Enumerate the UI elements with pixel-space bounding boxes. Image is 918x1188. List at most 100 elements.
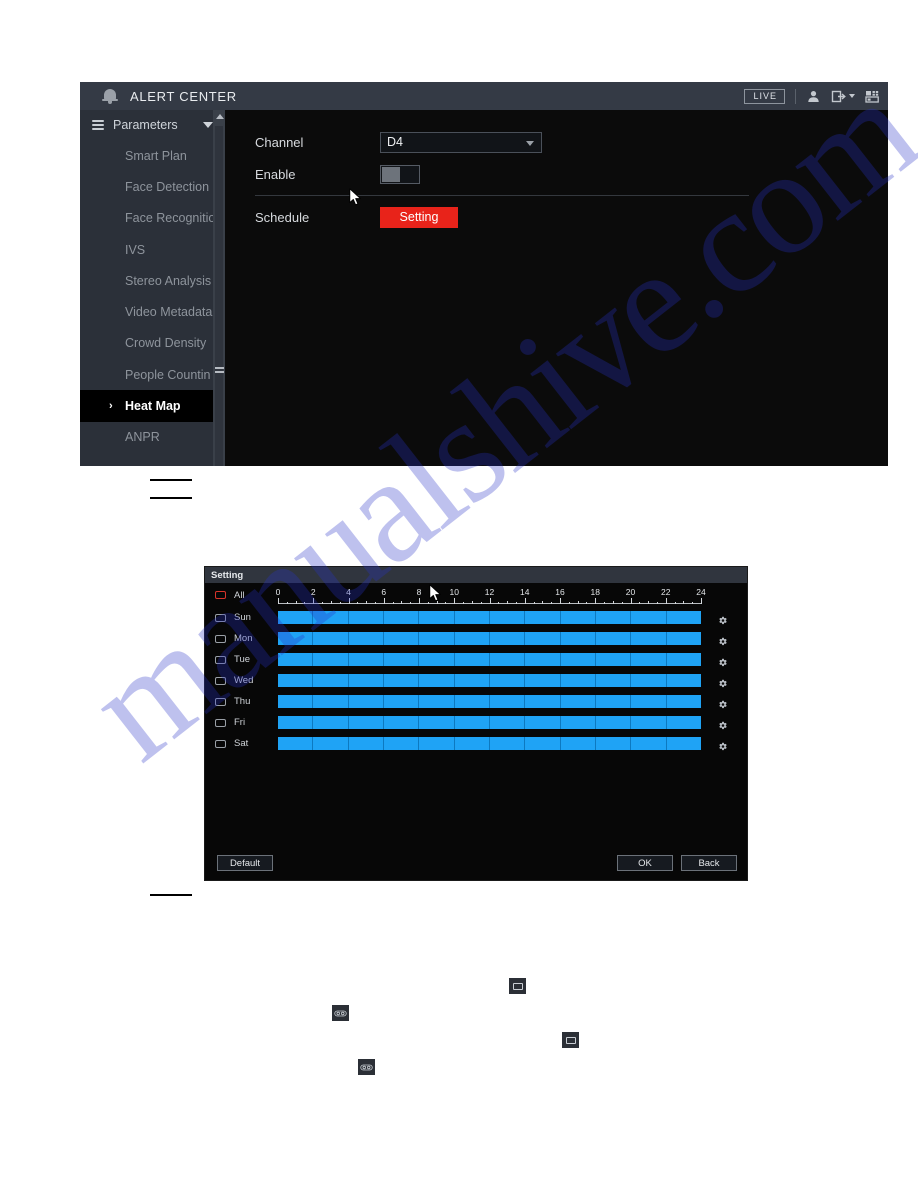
day-checkbox-sun[interactable] <box>215 613 226 622</box>
sidebar-item-label: People Countin <box>125 367 211 382</box>
ruler-label: 22 <box>661 587 671 597</box>
scrollbar-track[interactable] <box>215 126 223 466</box>
day-schedule-bar[interactable] <box>278 611 701 624</box>
layout-grid-icon[interactable] <box>865 89 880 104</box>
bell-icon <box>102 87 118 105</box>
day-timeline-track[interactable] <box>278 674 701 687</box>
scroll-up-icon[interactable] <box>216 114 224 119</box>
list-icon <box>92 120 104 130</box>
schedule-row: Schedule Setting <box>255 205 858 229</box>
gear-icon[interactable] <box>718 613 728 624</box>
day-schedule-bar[interactable] <box>278 695 701 708</box>
sidebar-item-stereo-analysis[interactable]: Stereo Analysis <box>80 265 225 296</box>
day-checkbox-mon[interactable] <box>215 634 226 643</box>
gear-icon[interactable] <box>718 718 728 729</box>
ruler-tick-major <box>454 598 456 604</box>
user-icon[interactable] <box>806 89 821 104</box>
ruler-label: 18 <box>590 587 600 597</box>
sidebar-item-heat-map[interactable]: › Heat Map <box>80 390 225 422</box>
live-button[interactable]: LIVE <box>744 88 785 104</box>
ruler-tick-minor <box>357 602 359 604</box>
header-divider <box>795 88 796 104</box>
section-divider <box>255 195 749 196</box>
ruler-tick-minor <box>568 602 570 604</box>
day-timeline-track[interactable] <box>278 653 701 666</box>
day-checkbox-wed[interactable] <box>215 676 226 685</box>
sidebar-item-video-metadata[interactable]: Video Metadata <box>80 296 225 327</box>
sidebar-group-parameters[interactable]: Parameters <box>80 110 225 140</box>
ruler-tick-minor <box>621 602 623 604</box>
sidebar-item-label: Heat Map <box>125 399 181 414</box>
gear-icon[interactable] <box>718 634 728 645</box>
all-checkbox[interactable] <box>215 591 226 599</box>
enable-label: Enable <box>255 166 296 182</box>
day-timeline-track[interactable] <box>278 737 701 750</box>
ruler-tick-minor <box>604 602 606 604</box>
logout-control[interactable] <box>831 89 855 104</box>
ruler-tick-major <box>595 598 597 604</box>
ruler-tick-major <box>701 598 702 604</box>
dvr-header: ALERT CENTER LIVE <box>80 82 888 110</box>
sidebar-item-ivs[interactable]: IVS <box>80 234 225 265</box>
default-button[interactable]: Default <box>217 855 273 871</box>
ruler-tick-minor <box>295 601 297 604</box>
ruler-tick-minor <box>533 602 535 604</box>
day-timeline-track[interactable] <box>278 695 701 708</box>
channel-select[interactable]: D4 <box>380 131 542 153</box>
gear-icon[interactable] <box>718 697 728 708</box>
checkbox-icon <box>512 982 523 990</box>
ok-button[interactable]: OK <box>617 855 673 871</box>
checkbox-icon <box>565 1036 576 1044</box>
sidebar-group-label: Parameters <box>113 118 178 132</box>
day-timeline-track[interactable] <box>278 611 701 624</box>
gear-icon[interactable] <box>718 655 728 666</box>
day-schedule-bar[interactable] <box>278 632 701 645</box>
ruler-tick-major <box>560 598 561 604</box>
logout-icon[interactable] <box>831 89 846 104</box>
ruler-label: 24 <box>696 587 706 597</box>
back-button[interactable]: Back <box>681 855 737 871</box>
gear-icon[interactable] <box>718 739 728 750</box>
day-checkbox-sat[interactable] <box>215 739 226 748</box>
ruler-tick-minor <box>401 601 403 604</box>
day-schedule-bar[interactable] <box>278 737 701 750</box>
sidebar-item-people-countin[interactable]: People Countin <box>80 359 225 390</box>
ruler-tick-minor <box>507 601 509 604</box>
chevron-down-icon[interactable] <box>526 140 534 146</box>
schedule-day-row: Thu <box>205 691 747 712</box>
day-timeline-track[interactable] <box>278 716 701 729</box>
sidebar-item-label: Stereo Analysis <box>125 273 212 288</box>
day-schedule-bar[interactable] <box>278 674 701 687</box>
ruler-tick-minor <box>586 602 588 604</box>
ruler-label: 2 <box>310 587 316 597</box>
ruler-tick-minor <box>392 602 394 604</box>
schedule-day-row: Fri <box>205 712 747 733</box>
checkbox-glyph <box>509 978 526 994</box>
schedule-setting-button[interactable]: Setting <box>380 206 458 228</box>
ruler-tick-minor <box>683 601 685 604</box>
sidebar-item-face-detection[interactable]: Face Detection <box>80 171 225 202</box>
sidebar-item-anpr[interactable]: ANPR <box>80 422 225 453</box>
chevron-down-icon[interactable] <box>849 94 855 98</box>
day-checkbox-tue[interactable] <box>215 655 226 664</box>
dialog-confirm-actions: OK Back <box>617 855 737 871</box>
chevron-down-icon[interactable] <box>203 122 213 128</box>
gear-icon[interactable] <box>718 676 728 687</box>
day-timeline-track[interactable] <box>278 632 701 645</box>
ruler-tick-minor <box>410 602 412 604</box>
channel-label: Channel <box>255 134 304 150</box>
day-checkbox-fri[interactable] <box>215 718 226 727</box>
sidebar-scrollbar[interactable] <box>213 110 225 466</box>
day-schedule-bar[interactable] <box>278 716 701 729</box>
day-checkbox-thu[interactable] <box>215 697 226 706</box>
sidebar-item-face-recognitio[interactable]: Face Recognitio <box>80 203 225 234</box>
day-schedule-bar[interactable] <box>278 653 701 666</box>
sidebar-item-smart-plan[interactable]: Smart Plan <box>80 140 225 171</box>
sidebar-item-crowd-density[interactable]: Crowd Density <box>80 328 225 359</box>
scrollbar-thumb[interactable] <box>214 365 224 374</box>
sidebar-item-label: Face Recognitio <box>125 211 216 226</box>
ruler-tick-minor <box>471 601 473 604</box>
enable-toggle[interactable] <box>380 164 420 184</box>
ruler-tick-minor <box>339 602 341 604</box>
ruler-tick-minor <box>656 602 658 604</box>
